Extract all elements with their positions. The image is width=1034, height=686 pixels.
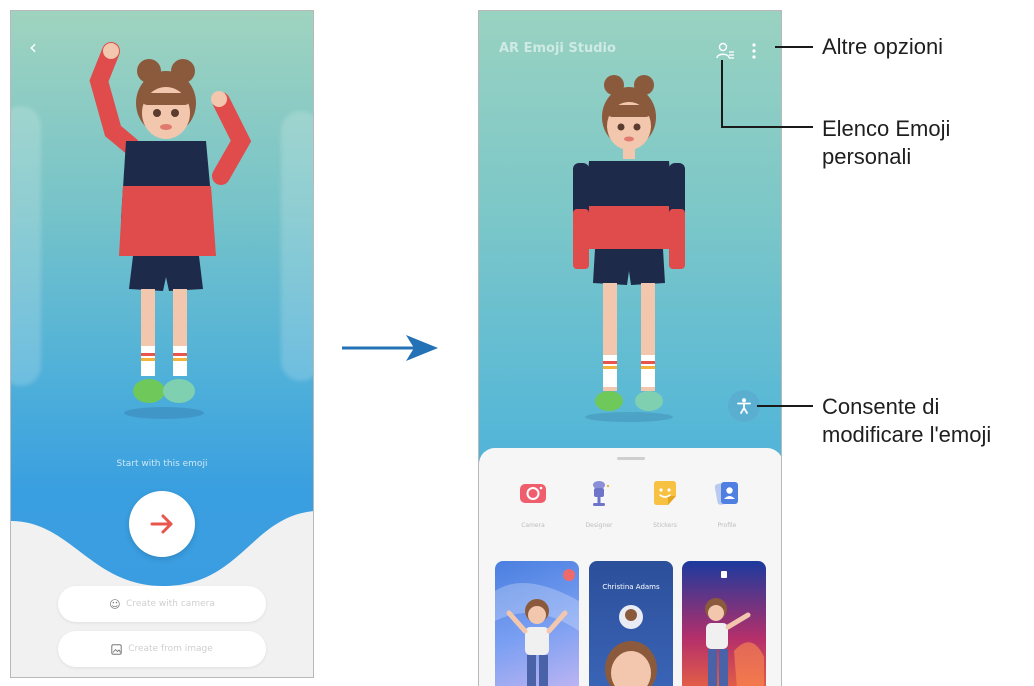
thumbnail-call-illustration — [605, 605, 657, 686]
mode-designer[interactable]: Designer — [569, 478, 629, 529]
caller-name: Christina Adams — [602, 583, 660, 591]
studio-title: AR Emoji Studio — [499, 41, 616, 56]
more-options-icon[interactable] — [749, 41, 759, 61]
sticker-icon — [654, 481, 676, 505]
callout-edit-emoji-line1: Consente di — [822, 394, 940, 419]
mode-stickers-label: Stickers — [653, 522, 677, 529]
camera-icon — [520, 484, 546, 503]
body-edit-icon — [737, 398, 751, 414]
callout-line-emoji-list-vertical — [721, 60, 723, 127]
callout-edit-emoji-line2: modificare l'emoji — [822, 422, 992, 447]
create-from-image-label: Create from image — [128, 644, 213, 654]
callout-line-emoji-list — [721, 126, 813, 128]
create-from-image-button[interactable]: Create from image — [58, 631, 266, 667]
emoji-start-screen: ‹ Start with this emoji ☺ Create with ca… — [10, 10, 314, 678]
mode-camera-label: Camera — [521, 522, 545, 529]
mode-profile[interactable]: Profile — [697, 478, 757, 529]
mode-stickers[interactable]: Stickers — [635, 478, 695, 529]
callout-emoji-list: Elenco Emoji personali — [822, 115, 950, 171]
emoji-thumbnail-2[interactable]: Christina Adams — [589, 561, 673, 686]
bottom-sheet: Camera Designer Stickers Profile Christi… — [479, 448, 781, 686]
callout-emoji-list-line2: personali — [822, 144, 912, 169]
background-avatar-left — [11, 106, 41, 386]
my-emoji-list-icon[interactable] — [715, 41, 735, 61]
emoji-avatar-preview — [89, 42, 252, 419]
designer-icon — [593, 481, 610, 506]
back-chevron-icon[interactable]: ‹ — [29, 37, 45, 57]
background-avatar-right — [281, 111, 313, 381]
edit-emoji-button[interactable] — [728, 390, 760, 422]
callout-line-more-options — [775, 46, 813, 48]
mode-designer-label: Designer — [585, 522, 613, 529]
image-icon — [111, 643, 122, 655]
callout-line-edit-emoji — [757, 405, 813, 407]
callout-edit-emoji: Consente di modificare l'emoji — [822, 393, 991, 449]
arrow-right-icon — [150, 514, 173, 534]
sheet-handle[interactable] — [617, 457, 645, 460]
face-icon: ☺ — [109, 597, 121, 611]
profile-icon — [714, 482, 738, 505]
emoji-avatar — [573, 75, 685, 422]
mode-camera[interactable]: Camera — [503, 478, 563, 529]
mode-profile-label: Profile — [717, 522, 737, 529]
start-hint-text: Start with this emoji — [116, 459, 208, 469]
callout-emoji-list-line1: Elenco Emoji — [822, 116, 951, 141]
emoji-thumbnail-3[interactable] — [682, 561, 766, 686]
thumbnail-lockscreen-illustration — [705, 571, 764, 686]
emoji-thumbnail-1[interactable] — [495, 561, 579, 686]
flow-arrow-icon — [342, 335, 438, 361]
create-with-camera-button[interactable]: ☺ Create with camera — [58, 586, 266, 622]
emoji-studio-screen: AR Emoji Studio Camera Designer Stickers… — [478, 10, 782, 686]
create-with-camera-label: Create with camera — [126, 599, 215, 609]
callout-more-options-text: Altre opzioni — [822, 34, 944, 59]
thumbnail-illustration — [495, 569, 579, 686]
next-button[interactable] — [129, 491, 195, 557]
callout-more-options: Altre opzioni — [822, 33, 943, 61]
